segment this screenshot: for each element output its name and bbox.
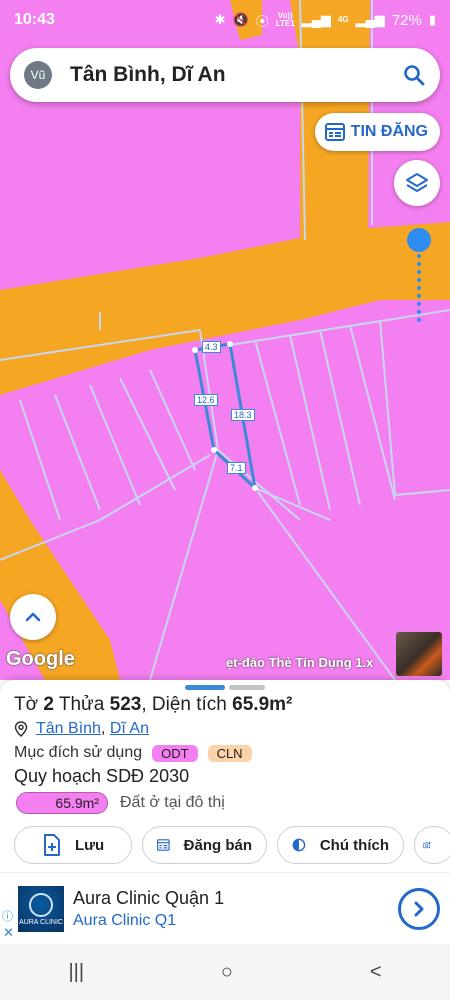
dimension-left-label: 12.6 [194, 394, 218, 406]
mute-icon: 🔇 [232, 12, 249, 27]
opacity-slider[interactable] [406, 228, 432, 324]
recents-icon[interactable]: ||| [68, 961, 84, 984]
search-bar[interactable]: Vũ Tân Bình, Dĩ An [10, 48, 440, 102]
post-listing-button[interactable]: TIN ĐĂNG [314, 113, 440, 151]
search-icon[interactable] [402, 63, 426, 87]
ward-link[interactable]: Tân Bình [36, 720, 101, 738]
battery-icon: ▮ [428, 12, 436, 27]
map-canvas[interactable] [0, 0, 450, 680]
dimension-top-label: 4.3 [202, 341, 221, 353]
camera-button[interactable] [414, 826, 450, 864]
action-buttons: Lưu Đăng bán Chú thích [14, 826, 450, 864]
status-time: 10:43 [14, 11, 55, 28]
expand-button[interactable] [10, 594, 56, 640]
purpose-row: Mục đích sử dụng ODT CLN [14, 744, 252, 762]
system-nav-bar: ||| ○ < [0, 944, 450, 1000]
ad-logo[interactable]: AURA CLINIC [18, 886, 64, 932]
chevron-up-icon [25, 612, 41, 622]
battery-percent: 72% [391, 11, 422, 29]
dimension-bottom-label: 7.1 [227, 462, 246, 474]
data-type-icon: 4G [337, 15, 349, 24]
status-bar: 10:43 ✱ 🔇 ⦿ Vo)) LTE1 ▂▄▆ 4G ▂▄▆ 72% ▮ [0, 0, 450, 40]
plan-area-row: 65.9m² Đất ở tại đô thị [16, 792, 225, 814]
ad-info-icon[interactable]: ⓘ [2, 908, 13, 924]
slider-thumb[interactable] [407, 228, 431, 252]
status-icons: ✱ 🔇 ⦿ Vo)) LTE1 ▂▄▆ 4G ▂▄▆ 72% ▮ [215, 11, 436, 30]
add-file-icon [44, 834, 60, 856]
sell-button[interactable]: Đăng bán [142, 826, 267, 864]
parcel-info-panel: Tờ 2 Thửa 523, Diện tích 65.9m² Tân Bình… [0, 680, 450, 872]
layers-button[interactable] [394, 160, 440, 206]
city-link[interactable]: Dĩ An [110, 720, 149, 738]
location-row: Tân Bình, Dĩ An [14, 720, 149, 738]
purpose-badge-cln[interactable]: CLN [207, 744, 252, 762]
half-circle-icon [292, 838, 306, 852]
parcel-title: Tờ 2 Thửa 523, Diện tích 65.9m² [14, 694, 293, 715]
ad-subtitle[interactable]: Aura Clinic Q1 [73, 912, 176, 930]
back-icon[interactable]: < [370, 961, 382, 984]
ad-banner[interactable]: AURA CLINIC Aura Clinic Quận 1 Aura Clin… [0, 872, 450, 944]
drag-handle[interactable] [185, 685, 265, 690]
post-listing-label: TIN ĐĂNG [350, 123, 428, 140]
ad-open-button[interactable] [398, 888, 440, 930]
location-icon: ⦿ [255, 13, 269, 29]
location-pin-icon [14, 721, 28, 737]
home-icon[interactable]: ○ [221, 961, 233, 984]
road-main [0, 222, 450, 395]
volte-icon: Vo)) LTE1 [275, 11, 295, 28]
save-button[interactable]: Lưu [14, 826, 132, 864]
ticker-text[interactable]: ẹt-đáo Thẻ Tín Dụng 1.x [226, 655, 394, 670]
plan-title: Quy hoạch SDĐ 2030 [14, 766, 190, 786]
camera-icon [423, 841, 431, 849]
avatar[interactable]: Vũ [24, 61, 52, 89]
ad-close-icon[interactable]: ✕ [3, 925, 14, 941]
plan-area-chip: 65.9m² [16, 792, 108, 814]
signal-icon: ▂▄▆ [301, 12, 331, 27]
search-query[interactable]: Tân Bình, Dĩ An [70, 63, 226, 87]
signal-icon-2: ▂▄▆ [355, 12, 385, 27]
ad-title[interactable]: Aura Clinic Quận 1 [73, 888, 224, 909]
dimension-right-label: 18.3 [231, 409, 255, 421]
listing-icon [324, 123, 345, 141]
legend-button[interactable]: Chú thích [277, 826, 404, 864]
street-view-thumbnail[interactable] [396, 632, 442, 676]
bluetooth-icon: ✱ [214, 12, 226, 27]
map-view[interactable]: 4.3 12.6 18.3 7.1 [0, 0, 450, 680]
plan-area-desc: Đất ở tại đô thị [120, 794, 225, 811]
purpose-badge-odt[interactable]: ODT [152, 744, 198, 762]
listing-icon [157, 839, 170, 851]
google-logo: Google [6, 648, 75, 670]
chevron-right-icon [414, 901, 424, 917]
layers-icon [406, 173, 428, 192]
